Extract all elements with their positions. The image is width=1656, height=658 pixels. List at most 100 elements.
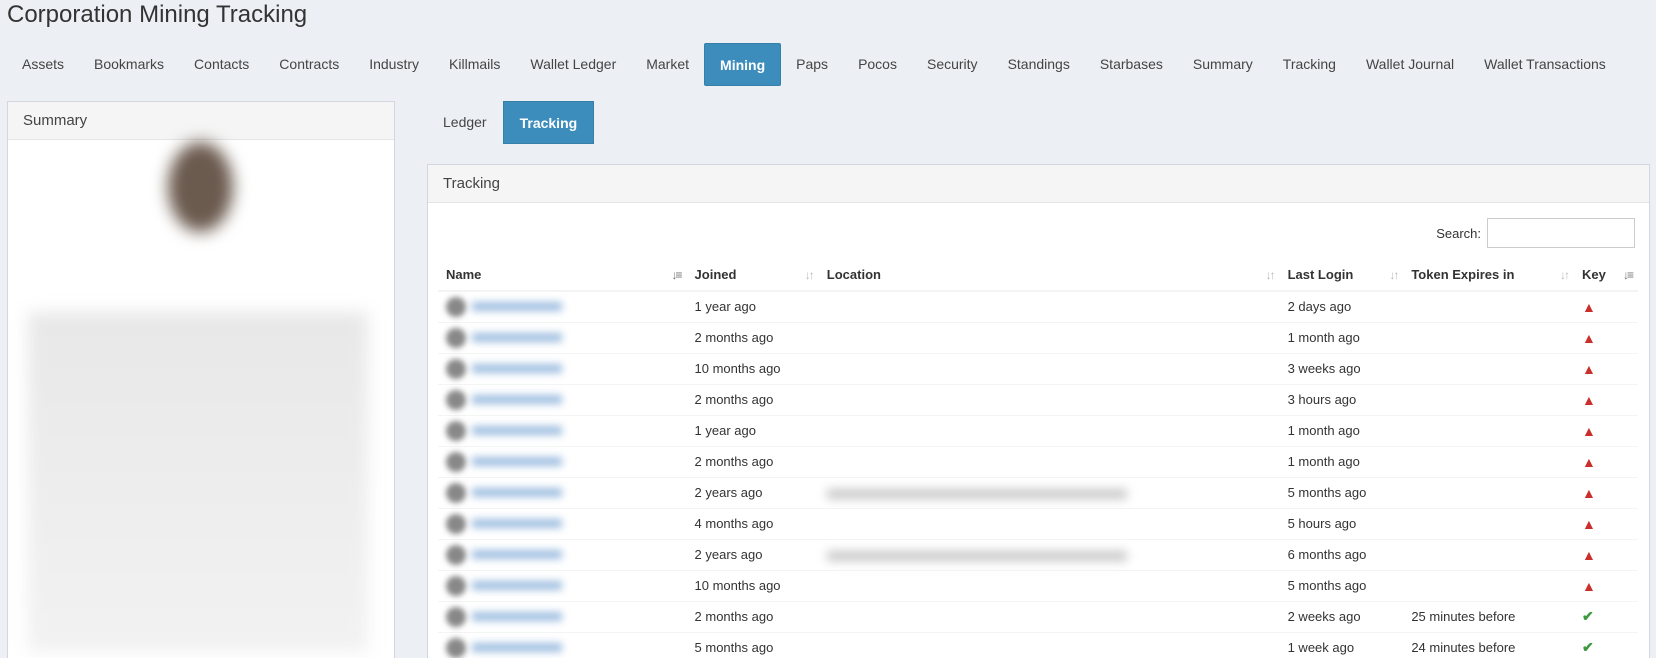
character-name-link[interactable] [472, 395, 562, 404]
page-title: Corporation Mining Tracking [7, 1, 308, 28]
joined-cell: 2 months ago [686, 600, 819, 632]
location-cell [818, 352, 1280, 384]
name-cell[interactable] [438, 538, 687, 570]
tab-standings[interactable]: Standings [993, 43, 1085, 86]
name-cell[interactable] [438, 445, 687, 477]
character-name-link[interactable] [472, 550, 562, 559]
warning-triangle-icon: ▲ [1581, 360, 1596, 377]
search-input[interactable] [1487, 218, 1635, 248]
token-expires-cell [1403, 383, 1574, 415]
name-cell[interactable] [438, 352, 687, 384]
column-header-last-login[interactable]: Last Login ↓↑ [1279, 258, 1404, 292]
location-cell [818, 600, 1280, 632]
tab-assets[interactable]: Assets [7, 43, 79, 86]
table-row: 2 years ago 6 months ago ▲ [438, 538, 1638, 570]
tab-security[interactable]: Security [912, 43, 993, 86]
key-cell: ▲ [1573, 476, 1638, 508]
name-cell[interactable] [438, 569, 687, 601]
token-expires-cell [1403, 290, 1574, 322]
tab-market[interactable]: Market [631, 43, 704, 86]
column-label: Last Login [1287, 266, 1354, 282]
tab-mining[interactable]: Mining [704, 43, 782, 86]
name-cell[interactable] [438, 600, 687, 632]
key-cell: ✔ [1573, 600, 1638, 632]
warning-triangle-icon: ▲ [1581, 577, 1596, 594]
character-avatar [446, 513, 466, 534]
name-cell[interactable] [438, 507, 687, 539]
tab-bookmarks[interactable]: Bookmarks [79, 43, 179, 86]
column-header-key[interactable]: Key ↓≡ [1573, 258, 1638, 292]
tab-paps[interactable]: Paps [781, 43, 843, 86]
character-avatar [446, 606, 466, 627]
name-cell[interactable] [438, 321, 687, 353]
last-login-cell: 3 weeks ago [1279, 352, 1404, 384]
character-avatar [446, 637, 466, 658]
character-avatar [446, 544, 466, 565]
key-cell: ▲ [1573, 383, 1638, 415]
column-label: Key [1581, 266, 1606, 282]
tab-summary[interactable]: Summary [1178, 43, 1268, 86]
joined-cell: 10 months ago [686, 352, 819, 384]
column-header-name[interactable]: Name ↓≡ [438, 258, 687, 292]
name-cell[interactable] [438, 290, 687, 322]
tab-contracts[interactable]: Contracts [264, 43, 354, 86]
tab-killmails[interactable]: Killmails [434, 43, 515, 86]
tab-pocos[interactable]: Pocos [843, 43, 912, 86]
joined-cell: 4 months ago [686, 507, 819, 539]
key-cell: ▲ [1573, 569, 1638, 601]
character-avatar [446, 296, 466, 317]
last-login-cell: 2 days ago [1279, 290, 1404, 322]
tab-contacts[interactable]: Contacts [179, 43, 264, 86]
name-cell[interactable] [438, 414, 687, 446]
joined-cell: 1 year ago [686, 414, 819, 446]
warning-triangle-icon: ▲ [1581, 546, 1596, 563]
last-login-cell: 2 weeks ago [1279, 600, 1404, 632]
subtab-ledger[interactable]: Ledger [427, 101, 503, 144]
tab-wallet-journal[interactable]: Wallet Journal [1351, 43, 1469, 86]
name-cell[interactable] [438, 383, 687, 415]
table-row: 5 months ago 1 week ago 24 minutes before ✔ [438, 631, 1638, 658]
table-row: 4 months ago 5 hours ago ▲ [438, 507, 1638, 539]
joined-cell: 2 months ago [686, 445, 819, 477]
character-name-link[interactable] [472, 488, 562, 497]
tracking-title: Tracking [428, 165, 1649, 203]
name-cell[interactable] [438, 476, 687, 508]
name-cell[interactable] [438, 631, 687, 658]
last-login-cell: 5 hours ago [1279, 507, 1404, 539]
tab-tracking[interactable]: Tracking [1268, 43, 1351, 86]
subtab-tracking[interactable]: Tracking [502, 101, 595, 144]
character-avatar [446, 327, 466, 348]
tab-wallet-ledger[interactable]: Wallet Ledger [515, 43, 631, 86]
column-header-joined[interactable]: Joined ↓↑ [686, 258, 819, 292]
token-expires-cell [1403, 352, 1574, 384]
column-label: Token Expires in [1411, 266, 1515, 282]
tab-industry[interactable]: Industry [354, 43, 434, 86]
tab-wallet-transactions[interactable]: Wallet Transactions [1469, 43, 1621, 86]
character-name-link[interactable] [472, 302, 562, 312]
character-name-link[interactable] [472, 581, 562, 590]
column-header-token-expires-in[interactable]: Token Expires in ↓↑ [1403, 258, 1574, 292]
table-header: Name ↓≡ Joined ↓↑ Location ↓↑ Last Login ↓↑ Toke… [438, 258, 1638, 292]
character-name-link[interactable] [472, 426, 562, 435]
sort-icon: ↓≡ [671, 268, 683, 282]
joined-cell: 2 months ago [686, 321, 819, 353]
character-avatar [446, 389, 466, 410]
column-header-location[interactable]: Location ↓↑ [818, 258, 1280, 292]
character-name-link[interactable] [472, 643, 562, 653]
tab-starbases[interactable]: Starbases [1085, 43, 1178, 86]
check-icon: ✔ [1581, 639, 1594, 656]
sort-icon: ↓↑ [1389, 268, 1399, 282]
sub-tabs: Ledger Tracking [427, 101, 595, 144]
location-cell [818, 445, 1280, 477]
joined-cell: 2 months ago [686, 383, 819, 415]
last-login-cell: 5 months ago [1279, 476, 1404, 508]
key-cell: ▲ [1573, 414, 1638, 446]
character-name-link[interactable] [472, 612, 562, 621]
table-row: 2 months ago 1 month ago ▲ [438, 445, 1638, 477]
sort-icon: ↓↑ [804, 268, 815, 282]
last-login-cell: 1 month ago [1279, 414, 1404, 446]
character-name-link[interactable] [472, 364, 562, 373]
character-name-link[interactable] [472, 519, 562, 528]
character-name-link[interactable] [472, 457, 562, 466]
character-name-link[interactable] [472, 333, 562, 342]
